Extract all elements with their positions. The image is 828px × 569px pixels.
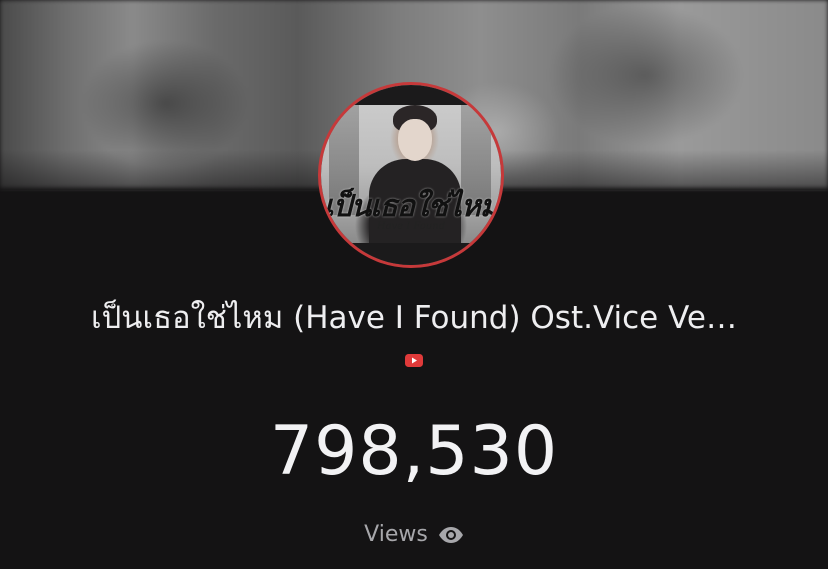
- thumbnail-letterbox-bottom: [321, 243, 501, 265]
- view-count: 798,530: [269, 412, 559, 491]
- eye-icon: [438, 526, 463, 543]
- thumbnail-figure-face: [398, 119, 432, 161]
- video-thumbnail-avatar[interactable]: เป็นเธอใช่ไหม Have I Found: [318, 82, 504, 268]
- thumbnail-letterbox-top: [321, 85, 501, 105]
- views-label: Views: [364, 522, 428, 547]
- thumbnail-subtitle: Have I Found: [376, 221, 446, 232]
- video-title: เป็นเธอใช่ไหม (Have I Found) Ost.Vice Ve…: [91, 300, 737, 336]
- views-label-row: Views: [0, 522, 828, 547]
- youtube-icon: [405, 354, 423, 367]
